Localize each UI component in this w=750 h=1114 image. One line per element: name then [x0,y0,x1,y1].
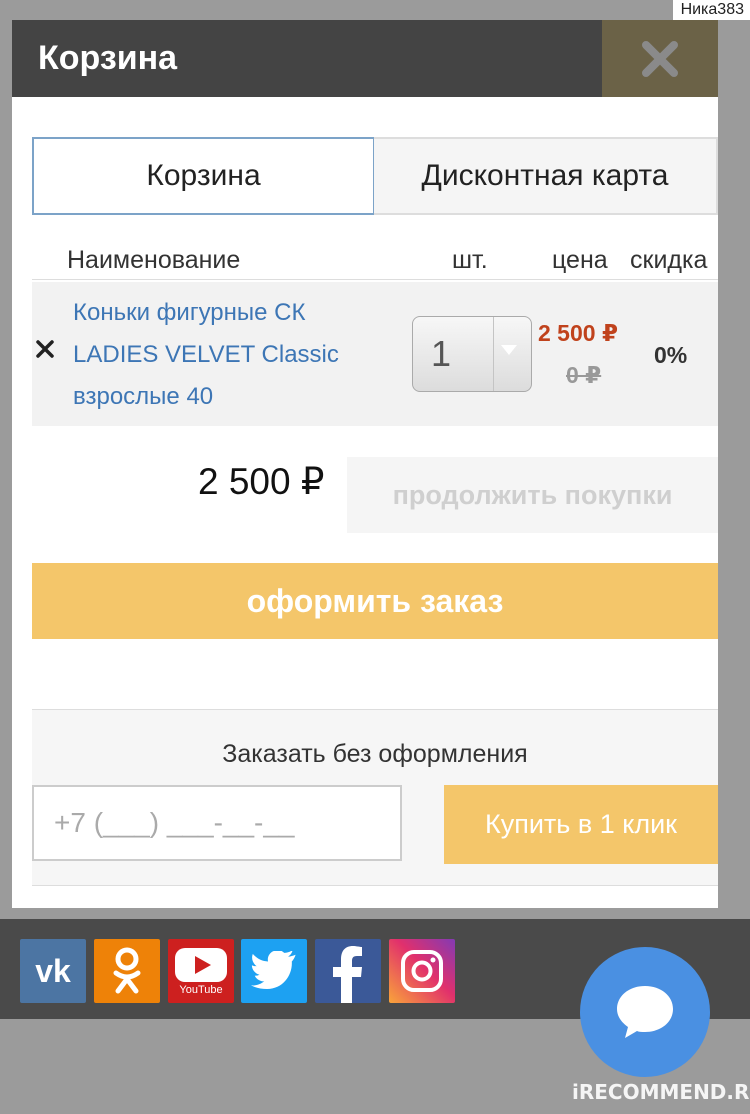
watermark: iRECOMMEND.RU [572,1080,750,1104]
chat-button[interactable] [580,947,710,1077]
cart-item-row: Коньки фигурные СК LADIES VELVET Classic… [32,282,718,426]
tab-discount-card[interactable]: Дисконтная карта [374,137,718,215]
column-header-discount: скидка [630,246,708,274]
username-label: Ника383 [672,0,750,20]
youtube-link[interactable]: YouTube [168,939,234,1003]
modal-header: Корзина [12,20,718,97]
cart-total: 2 500 ₽ [198,461,325,502]
quick-order-section: Заказать без оформления Купить в 1 клик [32,709,718,886]
odnoklassniki-link[interactable] [94,939,160,1003]
buy-one-click-button[interactable]: Купить в 1 клик [444,785,718,864]
chat-bubble-icon [617,986,673,1038]
header-divider [32,279,718,280]
odnoklassniki-icon [113,947,141,994]
vk-icon: vk [35,953,71,989]
cart-modal: Корзина Корзина Дисконтная карта Наимено… [12,20,718,908]
svg-text:vk: vk [35,953,71,989]
tab-cart[interactable]: Корзина [32,137,375,215]
item-discount: 0% [654,342,688,368]
remove-item-button[interactable] [32,334,58,364]
instagram-link[interactable] [389,939,455,1003]
product-link[interactable]: Коньки фигурные СК LADIES VELVET Classic… [73,292,393,418]
status-strip [0,0,750,20]
item-price: 2 500 ₽ [538,320,618,346]
remove-icon [36,340,54,358]
youtube-icon [175,948,227,982]
youtube-caption: YouTube [179,984,223,996]
close-icon [642,40,678,77]
chevron-down-icon [501,345,517,355]
close-button[interactable] [602,20,718,97]
column-header-price: цена [552,246,608,274]
continue-shopping-button[interactable]: продолжить покупки [347,457,718,533]
phone-input[interactable] [32,785,402,861]
checkout-button[interactable]: оформить заказ [32,563,718,639]
twitter-link[interactable] [241,939,307,1003]
twitter-icon [250,951,296,990]
column-header-qty: шт. [452,246,488,274]
facebook-icon [333,946,362,1003]
facebook-link[interactable] [315,939,381,1003]
vk-link[interactable]: vk [20,939,86,1003]
select-divider [493,317,494,391]
column-header-name: Наименование [67,246,241,274]
instagram-icon [401,950,443,992]
modal-title: Корзина [38,39,178,77]
quantity-select[interactable]: 1 [412,316,532,392]
quick-order-title: Заказать без оформления [222,740,528,768]
item-old-price: 0 ₽ [566,362,602,388]
quantity-value: 1 [431,333,452,374]
